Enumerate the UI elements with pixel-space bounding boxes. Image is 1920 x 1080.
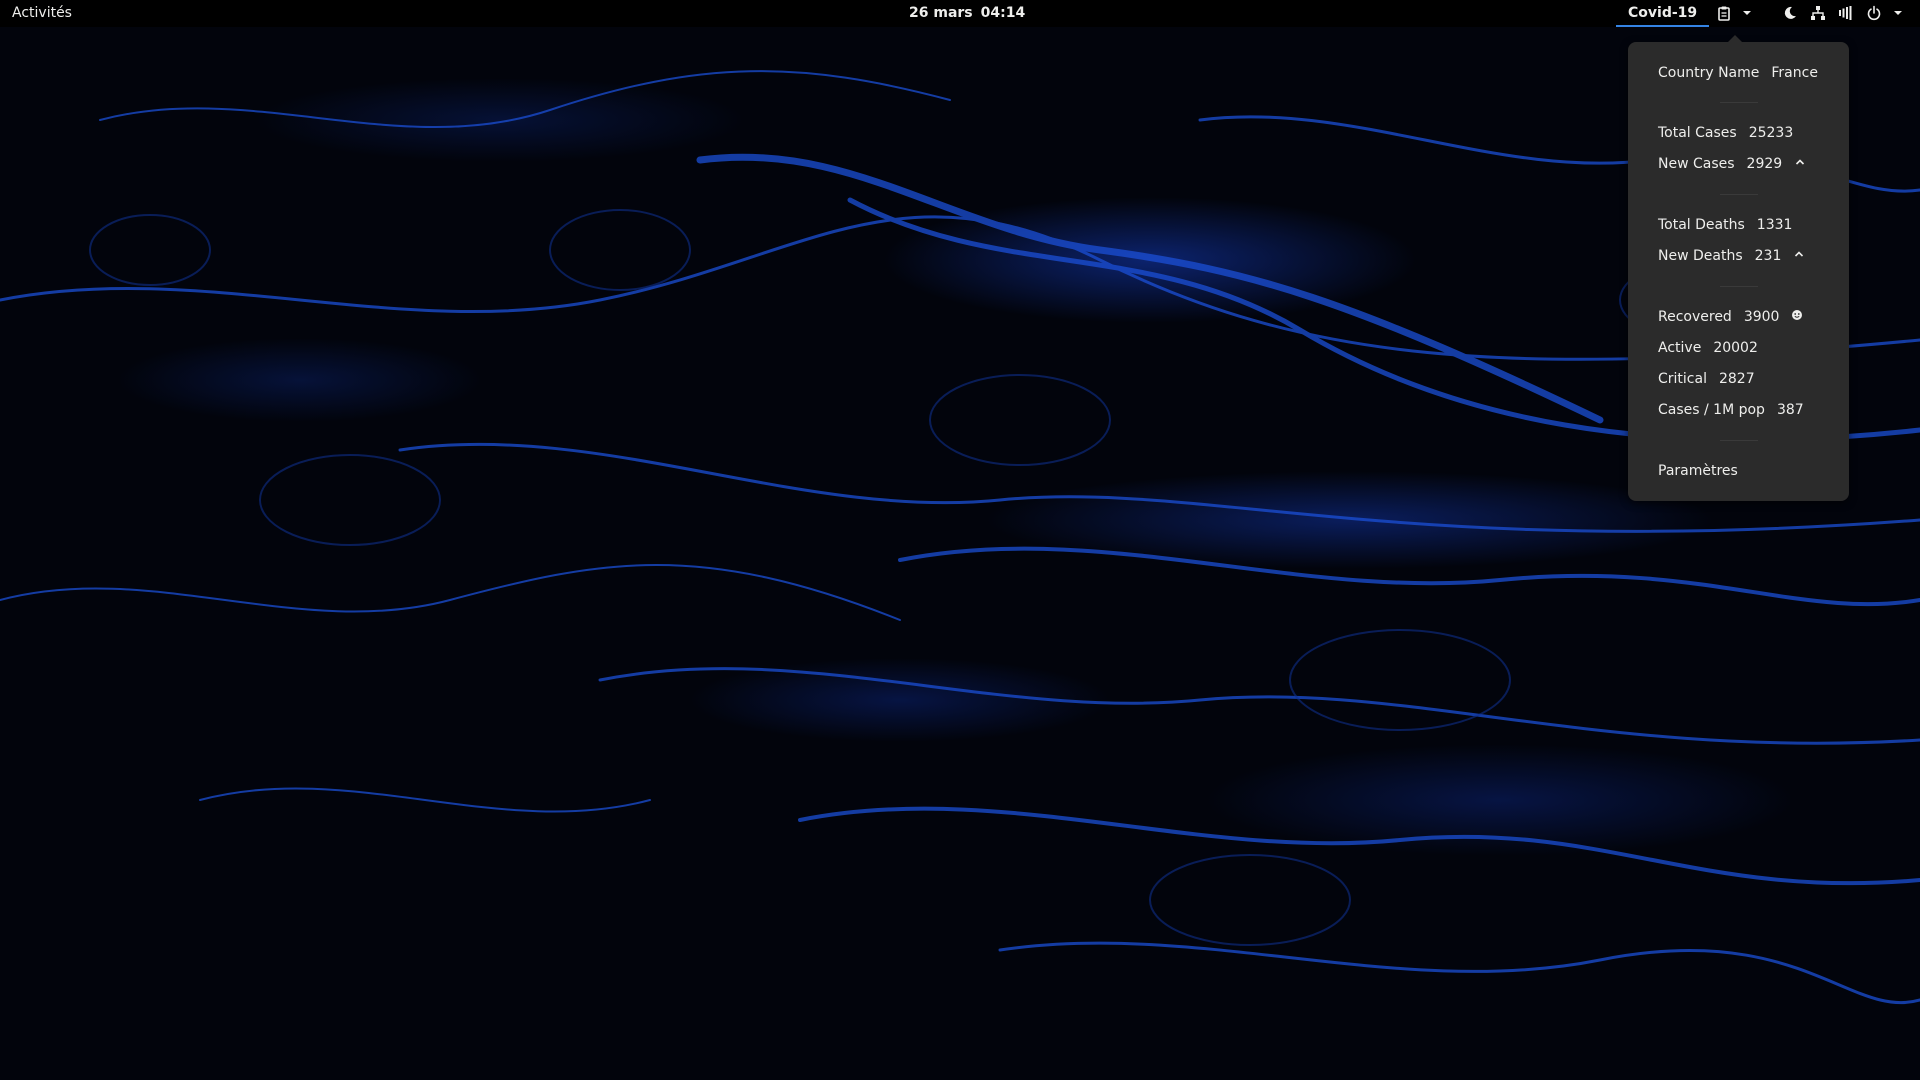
menu-separator [1720,102,1758,103]
power-icon[interactable] [1866,5,1882,21]
new-cases-value: 2929 [1746,156,1783,172]
clock-button[interactable]: 26 mars 04:14 [909,0,1033,27]
night-light-icon[interactable] [1782,5,1798,21]
top-bar: Activités 26 mars 04:14 Covid-19 [0,0,1920,27]
critical-label: Critical [1658,371,1707,387]
total-deaths-label: Total Deaths [1658,217,1745,233]
menu-item-new-cases[interactable]: New Cases 2929 [1658,153,1806,175]
menu-item-new-deaths[interactable]: New Deaths 231 [1658,245,1805,267]
menu-item-critical[interactable]: Critical 2827 [1658,368,1755,390]
menu-separator [1720,194,1758,195]
total-cases-value: 25233 [1748,125,1794,141]
total-cases-label: Total Cases [1658,125,1737,141]
active-label: Active [1658,340,1702,356]
menu-item-active[interactable]: Active 20002 [1658,337,1758,359]
recovered-value: 3900 [1743,309,1780,325]
smiley-icon [1791,306,1803,328]
country-label: Country Name [1658,65,1760,81]
chevron-up-icon [1793,245,1805,267]
critical-value: 2827 [1718,371,1755,387]
chevron-down-icon[interactable] [1890,5,1906,21]
menu-item-total-deaths[interactable]: Total Deaths 1331 [1658,214,1792,236]
chevron-up-icon [1794,153,1806,175]
active-value: 20002 [1713,340,1758,356]
menu-separator [1720,286,1758,287]
cases-per-million-value: 387 [1776,402,1804,418]
total-deaths-value: 1331 [1756,217,1793,233]
new-cases-label: New Cases [1658,156,1735,172]
cases-per-million-label: Cases / 1M pop [1658,402,1765,418]
menu-item-recovered[interactable]: Recovered 3900 [1658,306,1803,328]
clipboard-icon[interactable] [1716,5,1732,21]
activities-button[interactable]: Activités [12,0,72,27]
menu-item-total-cases[interactable]: Total Cases 25233 [1658,122,1793,144]
new-deaths-label: New Deaths [1658,248,1743,264]
volume-icon[interactable] [1838,5,1854,21]
settings-menu-item[interactable]: Paramètres [1658,460,1738,482]
menu-item-cases-per-million[interactable]: Cases / 1M pop 387 [1658,399,1804,421]
country-value: France [1771,65,1818,81]
chevron-down-icon[interactable] [1739,5,1755,21]
menu-item-country[interactable]: Country Name France [1658,62,1818,84]
covid-popup-menu: Country Name France Total Cases 25233 New … [1628,35,1849,501]
menu-separator [1720,440,1758,441]
network-icon[interactable] [1810,5,1826,21]
recovered-label: Recovered [1658,309,1732,325]
clock-date: 26 mars [909,5,973,21]
clock-time: 04:14 [980,5,1026,21]
covid-indicator-button[interactable]: Covid-19 [1616,0,1710,27]
new-deaths-value: 231 [1754,248,1782,264]
